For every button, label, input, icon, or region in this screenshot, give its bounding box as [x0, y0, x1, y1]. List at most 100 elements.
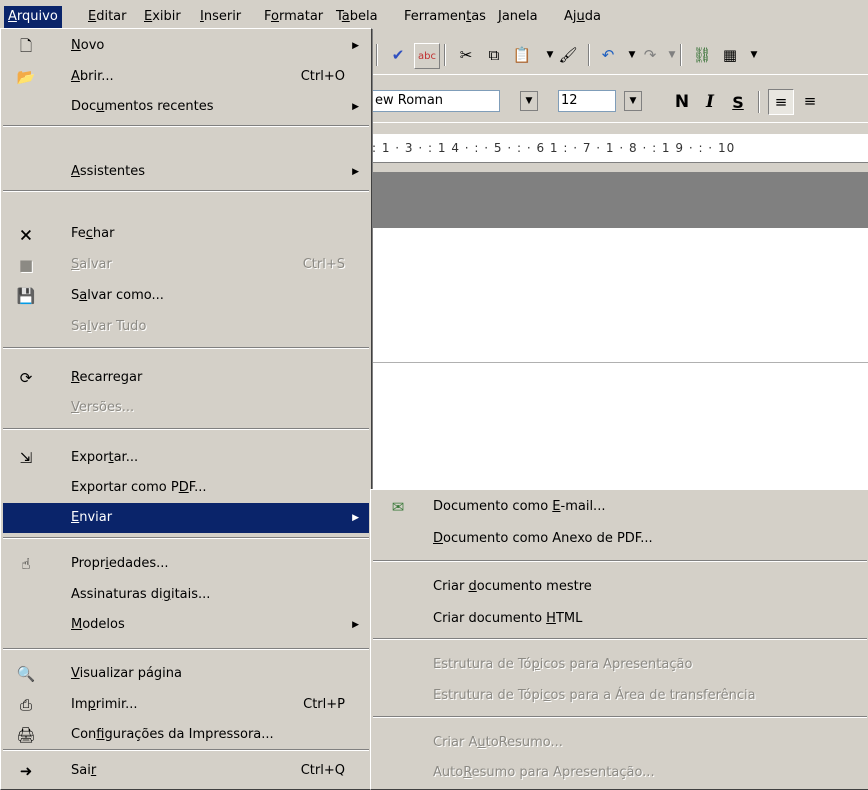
page-preview-icon: 🔍	[16, 665, 36, 683]
save-disk-icon: ■	[18, 256, 34, 274]
align-center-icon[interactable]: ≡	[798, 89, 822, 113]
menu-item-exportar[interactable]: ⇲ Exportar...	[3, 443, 369, 473]
reload-icon: ⟳	[19, 369, 33, 387]
menu-item-label: Abrir...	[71, 69, 114, 84]
font-name-dropdown-icon[interactable]: ▼	[520, 91, 538, 111]
menu-item-salvar-como[interactable]: 💾 Salvar como...	[3, 281, 369, 311]
menu-item-salvar: ■ Salvar Ctrl+S	[3, 250, 369, 280]
navigator-icon[interactable]: ⛓	[690, 43, 714, 67]
font-size-combo[interactable]: 12	[558, 90, 616, 112]
menu-bar: Arquivo Editar Exibir Inserir Formatar Tabela…	[0, 6, 868, 28]
menu-item-novo[interactable]: 🗋 Novo ▶	[3, 31, 369, 61]
menu-separator	[3, 648, 369, 650]
submenu-arrow-icon: ▶	[352, 167, 359, 177]
submenu-item-criar-documento-html[interactable]: Criar documento HTML	[373, 604, 867, 634]
menu-formatar[interactable]: Formatar	[260, 6, 327, 28]
table-dropdown-icon[interactable]: ▼	[742, 43, 766, 67]
font-size-dropdown-icon[interactable]: ▼	[624, 91, 642, 111]
menu-item-abrir[interactable]: 📂 Abrir... Ctrl+O	[3, 62, 369, 92]
align-left-icon[interactable]: ≡	[768, 89, 794, 115]
cut-icon[interactable]: ✂	[454, 43, 478, 67]
page-text-boundary	[372, 362, 868, 363]
menu-item-label: AutoResumo para Apresentação...	[433, 765, 655, 780]
menu-item-configuracoes-da-impressora[interactable]: 🖨 Configurações da Impressora...	[3, 720, 369, 750]
menu-item-fechar[interactable]: 🗙 Fechar	[3, 219, 369, 249]
menu-ferramentas[interactable]: Ferramentas	[400, 6, 490, 28]
font-name-combo[interactable]: ew Roman	[372, 90, 500, 112]
menu-item-label: Criar documento mestre	[433, 579, 592, 594]
submenu-item-documento-como-anexo-de-pdf[interactable]: Documento como Anexo de PDF...	[373, 524, 867, 554]
menu-janela[interactable]: Janela	[494, 6, 542, 28]
menu-item-imprimir[interactable]: ⎙ Imprimir... Ctrl+P	[3, 690, 369, 720]
format-paintbrush-icon[interactable]: 🖌	[556, 43, 580, 67]
submenu-item-criar-documento-mestre[interactable]: Criar documento mestre	[373, 572, 867, 602]
toolbar-separator	[680, 44, 682, 66]
formatting-toolbar: ew Roman ▼ 12 ▼ N I S ≡ ≡	[372, 82, 868, 123]
menu-item-label: Documentos recentes	[71, 99, 214, 114]
submenu-arrow-icon: ▶	[352, 102, 359, 112]
menu-item-visualizar-pagina[interactable]: 🔍 Visualizar página	[3, 659, 369, 689]
menu-item-shortcut: Ctrl+Q	[300, 763, 345, 778]
menu-item-documentos-recentes[interactable]: Documentos recentes ▶	[3, 92, 369, 122]
toolbar-separator	[444, 44, 446, 66]
submenu-item-documento-como-e-mail[interactable]: ✉ Documento como E-mail...	[373, 492, 867, 522]
menu-separator	[3, 537, 369, 539]
page-top-margin-area	[372, 172, 868, 228]
menu-item-sair[interactable]: ➜ Sair Ctrl+Q	[3, 756, 369, 786]
bold-button[interactable]: N	[670, 90, 694, 114]
menu-item-label: Salvar Tudo	[71, 319, 147, 334]
menu-item-modelos[interactable]: Modelos ▶	[3, 610, 369, 640]
paste-icon[interactable]: 📋	[510, 43, 534, 67]
menu-item-propriedades[interactable]: ☝ Propriedades...	[3, 549, 369, 579]
menu-item-label: Estrutura de Tópicos para Apresentação	[433, 657, 693, 672]
menu-item-label: Sair	[71, 763, 97, 778]
menu-item-label: Criar AutoResumo...	[433, 735, 563, 750]
autospellcheck-icon[interactable]: abc	[414, 43, 440, 69]
menu-item-label: Propriedades...	[71, 556, 169, 571]
menu-item-exportar-como-pdf[interactable]: Exportar como PDF...	[3, 473, 369, 503]
menu-arquivo[interactable]: Arquivo	[4, 6, 62, 28]
menu-separator	[3, 749, 369, 751]
menu-item-label: Recarregar	[71, 370, 143, 385]
standard-toolbar: ✔ abc ✂ ⧉ 📋 ▼ 🖌 ↶ ▼ ↷ ▼ ⛓ ▦ ▼	[372, 36, 868, 75]
italic-button[interactable]: I	[698, 90, 722, 114]
submenu-arrow-icon: ▶	[352, 41, 359, 51]
menu-item-label: Assinaturas digitais...	[71, 587, 211, 602]
menu-item-label: Documento como E-mail...	[433, 499, 606, 514]
menu-item-enviar[interactable]: Enviar ▶	[3, 503, 369, 533]
menu-item-label: Criar documento HTML	[433, 611, 583, 626]
submenu-item-criar-autoresumo: Criar AutoResumo...	[373, 728, 867, 758]
copy-icon[interactable]: ⧉	[482, 43, 506, 67]
menu-separator	[373, 560, 867, 562]
toolbar-separator	[588, 44, 590, 66]
redo-icon[interactable]: ↷	[638, 43, 662, 67]
menu-item-label: Documento como Anexo de PDF...	[433, 531, 653, 546]
toolbar-separator	[758, 91, 760, 113]
insert-table-icon[interactable]: ▦	[718, 43, 742, 67]
menu-separator	[373, 716, 867, 718]
export-icon: ⇲	[19, 449, 33, 467]
menu-item-label: Enviar	[71, 510, 113, 525]
menu-separator	[3, 428, 369, 430]
email-envelope-icon: ✉	[391, 498, 405, 516]
menu-item-label: Exportar como PDF...	[71, 480, 207, 495]
undo-icon[interactable]: ↶	[596, 43, 620, 67]
printer-icon: ⎙	[19, 696, 32, 714]
menu-ajuda[interactable]: Ajuda	[560, 6, 605, 28]
menu-inserir[interactable]: Inserir	[196, 6, 245, 28]
menu-item-assistentes[interactable]: Assistentes ▶	[3, 157, 369, 187]
menu-item-label: Estrutura de Tópicos para a Área de tran…	[433, 688, 756, 703]
menu-item-shortcut: Ctrl+O	[300, 69, 345, 84]
menu-item-label: Modelos	[71, 617, 125, 632]
menu-item-assinaturas-digitais[interactable]: Assinaturas digitais...	[3, 580, 369, 610]
menu-exibir[interactable]: Exibir	[140, 6, 185, 28]
menu-item-label: Visualizar página	[71, 666, 182, 681]
menu-editar[interactable]: Editar	[84, 6, 131, 28]
underline-button[interactable]: S	[726, 90, 750, 114]
spellcheck-icon[interactable]: ✔	[386, 43, 410, 67]
send-submenu: ✉ Documento como E-mail... Documento como …	[370, 489, 868, 790]
menu-item-recarregar[interactable]: ⟳ Recarregar	[3, 363, 369, 393]
menu-item-label: Versões...	[71, 400, 135, 415]
horizontal-ruler: : 1 · 3 · : 1 4 · : · 5 · : · 6 1 : · 7 …	[372, 134, 868, 163]
menu-tabela[interactable]: Tabela	[332, 6, 382, 28]
